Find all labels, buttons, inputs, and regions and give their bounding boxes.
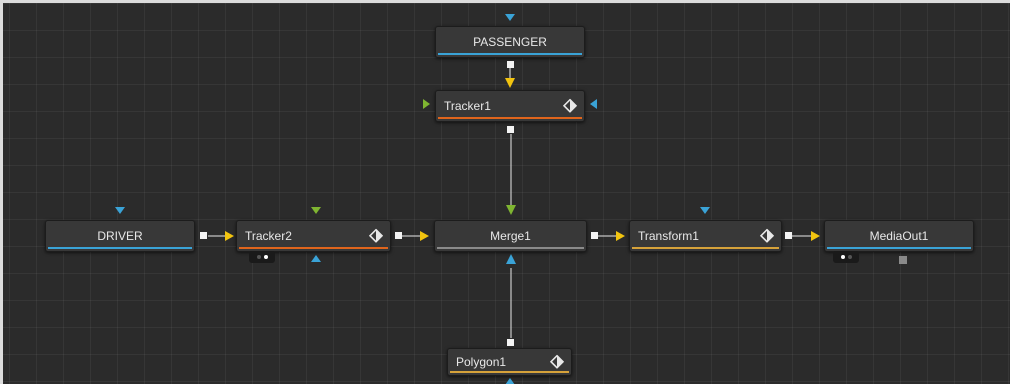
node-polygon1-color-bar — [450, 371, 569, 373]
node-tracker1-label: Tracker1 — [444, 99, 491, 113]
tracker1-mask-triangle[interactable] — [590, 99, 597, 109]
node-driver-color-bar — [48, 247, 192, 249]
tracker1-input-triangle[interactable] — [423, 99, 430, 109]
view-toggle-icon[interactable] — [249, 251, 275, 263]
polygon1-mask-triangle[interactable] — [505, 378, 515, 384]
passenger-output-port[interactable] — [507, 61, 514, 68]
node-tracker2-label: Tracker2 — [245, 229, 292, 243]
view-toggle-icon[interactable] — [833, 251, 859, 263]
arrowhead-mediaout1-input — [811, 231, 820, 241]
node-merge1[interactable]: Merge1 — [434, 220, 587, 252]
node-mediaout1-label: MediaOut1 — [869, 229, 929, 243]
transform1-output-port[interactable] — [785, 232, 792, 239]
node-mediaout1-color-bar — [827, 247, 971, 249]
node-merge1-label: Merge1 — [490, 229, 531, 243]
node-tracker1[interactable]: Tracker1 — [435, 90, 585, 122]
node-transform1-color-bar — [632, 247, 779, 249]
tracker2-foreground-triangle[interactable] — [311, 207, 321, 214]
tracker1-output-port[interactable] — [507, 126, 514, 133]
arrowhead-merge1-mask — [506, 254, 516, 264]
driver-output-port[interactable] — [200, 232, 207, 239]
node-mediaout1[interactable]: MediaOut1 — [824, 220, 974, 252]
node-passenger-label: PASSENGER — [473, 35, 547, 49]
node-polygon1[interactable]: Polygon1 — [447, 348, 572, 376]
node-tracker2[interactable]: Tracker2 — [236, 220, 391, 252]
keyframe-diamond-icon — [550, 354, 564, 369]
node-polygon1-label: Polygon1 — [456, 355, 507, 369]
keyframe-diamond-icon — [760, 228, 774, 243]
mediaout1-output-port[interactable] — [899, 256, 907, 264]
node-passenger-color-bar — [438, 53, 582, 55]
node-editor-canvas[interactable]: PASSENGER Tracker1 DRIVER Tracker2 Merge… — [0, 0, 1010, 384]
node-driver-label: DRIVER — [97, 229, 143, 243]
node-tracker2-color-bar — [239, 247, 388, 249]
keyframe-diamond-icon — [563, 98, 577, 113]
arrowhead-transform1-input — [616, 231, 625, 241]
driver-input-triangle[interactable] — [115, 207, 125, 214]
node-merge1-color-bar — [437, 247, 584, 249]
node-tracker1-color-bar — [438, 117, 582, 119]
passenger-input-triangle[interactable] — [505, 14, 515, 21]
arrowhead-tracker2-input — [225, 231, 234, 241]
arrowhead-merge1-background — [420, 231, 429, 241]
node-passenger[interactable]: PASSENGER — [435, 26, 585, 58]
arrowhead-tracker1-input — [505, 78, 515, 88]
node-driver[interactable]: DRIVER — [45, 220, 195, 252]
keyframe-diamond-icon — [369, 228, 383, 243]
tracker2-output-port[interactable] — [395, 232, 402, 239]
arrowhead-merge1-foreground — [506, 205, 516, 215]
node-transform1-label: Transform1 — [638, 229, 699, 243]
transform1-input-triangle[interactable] — [700, 207, 710, 214]
merge1-output-port[interactable] — [591, 232, 598, 239]
polygon1-output-port[interactable] — [507, 339, 514, 346]
tracker2-mask-triangle[interactable] — [311, 255, 321, 262]
node-transform1[interactable]: Transform1 — [629, 220, 782, 252]
